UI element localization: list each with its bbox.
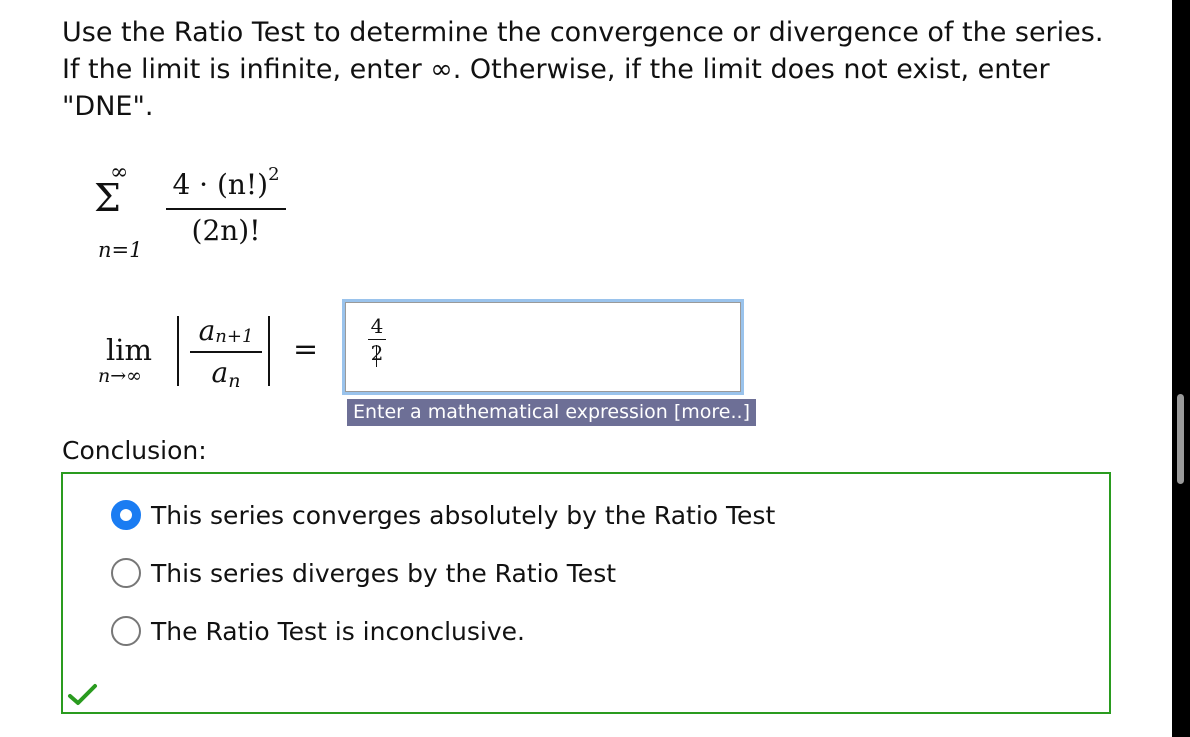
correct-checkmark-icon — [68, 684, 97, 705]
series-denominator: (2n)! — [191, 214, 261, 247]
radio-selected-icon[interactable] — [111, 500, 141, 530]
option-label: This series diverges by the Ratio Test — [151, 558, 617, 588]
series-numerator: 4 · (n!)2 — [166, 164, 286, 201]
sum-lower-limit: n=1 — [98, 238, 143, 262]
question-prompt: Use the Ratio Test to determine the conv… — [62, 17, 1104, 122]
option-converges[interactable]: This series converges absolutely by the … — [111, 495, 775, 535]
answer-numerator: 4 — [370, 314, 384, 338]
abs-bar-right — [268, 316, 270, 386]
scrollbar-thumb[interactable] — [1177, 394, 1184, 484]
conclusion-label: Conclusion: — [62, 436, 207, 465]
radio-unselected-icon[interactable] — [111, 616, 141, 646]
equals-sign: = — [293, 332, 319, 367]
option-diverges[interactable]: This series diverges by the Ratio Test — [111, 553, 616, 593]
abs-bar-left — [177, 316, 179, 386]
scrollbar-track[interactable] — [1172, 0, 1190, 737]
series-fraction-bar — [166, 208, 286, 210]
sum-symbol: Σ — [94, 176, 121, 220]
limit-answer-input[interactable]: 4 2 — [345, 302, 741, 392]
limit-subscript: n→∞ — [98, 365, 142, 387]
answer-fraction-bar — [368, 339, 386, 340]
text-cursor — [376, 345, 377, 367]
ratio-denominator-base: a — [211, 356, 229, 389]
ratio-numerator-subscript: n+1 — [215, 326, 254, 347]
option-label: This series converges absolutely by the … — [151, 500, 776, 530]
radio-unselected-icon[interactable] — [111, 558, 141, 588]
option-inconclusive[interactable]: The Ratio Test is inconclusive. — [111, 611, 525, 651]
ratio-fraction-bar — [190, 351, 262, 353]
option-label: The Ratio Test is inconclusive. — [151, 616, 525, 646]
ratio-denominator-subscript: n — [228, 370, 241, 392]
ratio-numerator-base: a — [198, 314, 216, 347]
limit-operator: lim — [106, 333, 153, 367]
answer-denominator: 2 — [366, 342, 388, 364]
answer-fraction: 4 2 — [366, 315, 388, 364]
ratio-numerator: an+1 — [186, 314, 266, 347]
conclusion-answer-panel: This series converges absolutely by the … — [61, 472, 1111, 714]
input-hint-link[interactable]: Enter a mathematical expression [more..] — [347, 399, 756, 426]
series-numerator-exponent: 2 — [268, 164, 280, 185]
series-numerator-base: 4 · (n!) — [172, 168, 269, 201]
ratio-denominator: an — [186, 356, 266, 392]
